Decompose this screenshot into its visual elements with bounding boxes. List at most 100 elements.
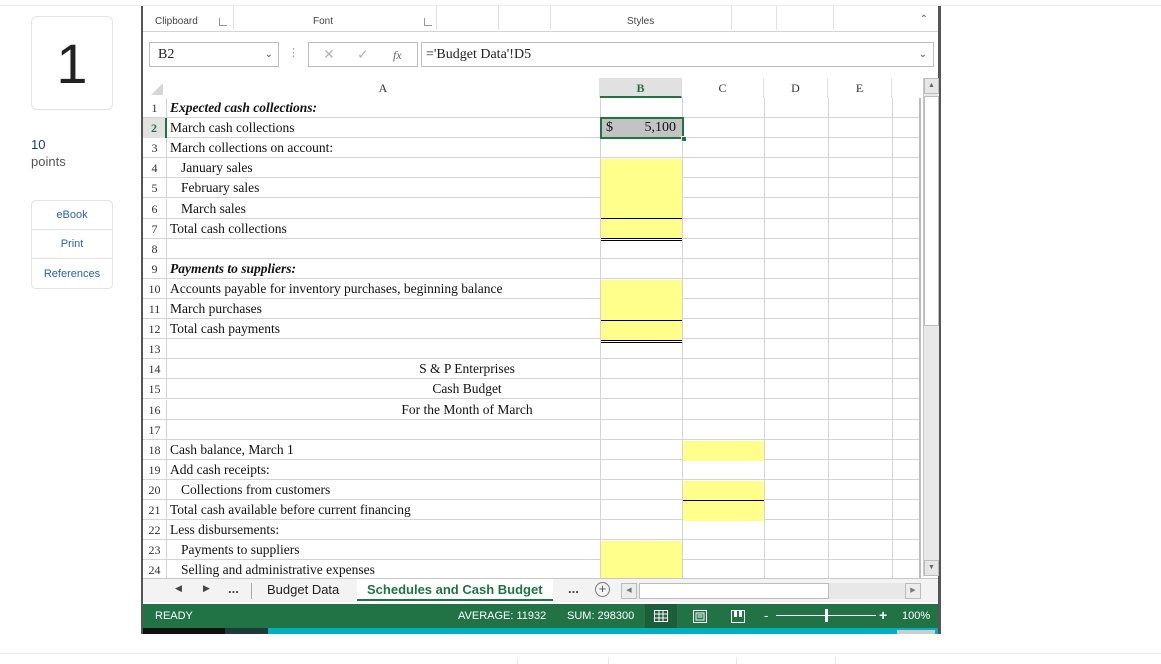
row-header[interactable]: 7 <box>143 218 167 239</box>
input-cells-b4-b7[interactable] <box>601 159 682 239</box>
zoom-out-button[interactable]: - <box>764 608 768 623</box>
column-header-d[interactable]: D <box>764 78 828 98</box>
cell-a[interactable] <box>170 339 598 359</box>
cell-a[interactable]: Total cash payments <box>170 319 598 339</box>
row-header[interactable]: 21 <box>143 500 167 520</box>
row-header[interactable]: 13 <box>143 339 167 360</box>
formula-bar-grip-icon[interactable]: ⋮ <box>288 46 299 59</box>
clipboard-launcher-icon[interactable] <box>219 18 227 26</box>
column-header-c[interactable]: C <box>682 78 764 98</box>
row-header[interactable]: 18 <box>143 439 167 460</box>
vertical-scroll-thumb[interactable] <box>924 96 939 326</box>
cell-a[interactable]: For the Month of March <box>170 400 764 420</box>
name-box[interactable]: B2 ⌄ <box>149 42 279 67</box>
cell-a[interactable]: March purchases <box>170 299 598 319</box>
row-header[interactable]: 24 <box>143 560 167 578</box>
scroll-right-icon[interactable]: ▶ <box>905 583 921 599</box>
tab-budget-data[interactable]: Budget Data <box>257 579 349 601</box>
collapse-ribbon-icon[interactable]: ⌃ <box>920 14 928 25</box>
row-header[interactable]: 22 <box>143 520 167 541</box>
row-header[interactable]: 19 <box>143 459 167 480</box>
cell-a[interactable]: March collections on account: <box>170 138 598 158</box>
vertical-scrollbar[interactable]: ▲ ▼ <box>923 78 939 576</box>
cell-a[interactable]: Cash balance, March 1 <box>170 440 598 460</box>
cell-a[interactable]: Expected cash collections: <box>170 98 598 118</box>
insert-function-icon[interactable]: fx <box>393 48 402 63</box>
page-layout-view-icon[interactable] <box>684 604 716 628</box>
scroll-up-icon[interactable]: ▲ <box>924 78 939 94</box>
cell-a[interactable]: Payments to suppliers: <box>170 259 598 279</box>
row-header[interactable]: 4 <box>143 158 167 179</box>
input-cells-c20-c21[interactable] <box>683 481 764 521</box>
row-header[interactable]: 10 <box>143 278 167 299</box>
row-header[interactable]: 11 <box>143 299 167 319</box>
row-header[interactable]: 16 <box>143 399 167 420</box>
spreadsheet-grid[interactable]: A B C D E 1 Expected cash collections: 2 Ma… <box>143 78 921 578</box>
row-header[interactable]: 17 <box>143 419 167 440</box>
expand-formula-icon[interactable]: ⌄ <box>919 43 927 66</box>
zoom-level[interactable]: 100% <box>902 610 930 622</box>
fill-handle[interactable] <box>681 136 687 142</box>
column-header-e[interactable]: E <box>828 78 892 98</box>
cancel-icon[interactable]: ✕ <box>323 46 335 63</box>
horizontal-scroll-thumb[interactable] <box>639 583 829 599</box>
input-cells-b23-b24[interactable] <box>601 541 682 578</box>
tab-schedules-and-cash-budget[interactable]: Schedules and Cash Budget <box>357 579 553 601</box>
chevron-down-icon[interactable]: ⌄ <box>265 43 273 66</box>
add-sheet-icon[interactable]: + <box>595 582 610 597</box>
normal-view-icon[interactable] <box>645 604 677 628</box>
column-header-f[interactable] <box>892 78 921 98</box>
input-cells-b10-b12[interactable] <box>601 280 682 340</box>
cell-a[interactable]: Add cash receipts: <box>170 460 598 480</box>
cell-a[interactable]: Total cash available before current fina… <box>170 500 598 520</box>
cell-a[interactable]: Collections from customers <box>170 480 598 500</box>
row-header[interactable]: 2 <box>143 118 167 139</box>
cell-a[interactable] <box>170 420 598 440</box>
column-header-a[interactable]: A <box>167 78 600 98</box>
prev-sheet-icon[interactable]: ◀ <box>175 583 182 594</box>
enter-icon[interactable]: ✓ <box>357 46 369 63</box>
cell-a[interactable] <box>170 239 598 259</box>
zoom-in-button[interactable]: + <box>879 607 887 623</box>
cell-a[interactable]: Cash Budget <box>170 379 764 399</box>
cell-a[interactable]: S & P Enterprises <box>170 359 764 379</box>
cell-a[interactable]: Total cash collections <box>170 219 598 239</box>
formula-input[interactable]: ='Budget Data'!D5 ⌄ <box>421 42 934 67</box>
cell-a[interactable]: Selling and administrative expenses <box>170 560 598 578</box>
cell-a[interactable]: Less disbursements: <box>170 520 598 540</box>
cell-a[interactable]: March sales <box>170 199 598 219</box>
row-header[interactable]: 6 <box>143 198 167 219</box>
row-header[interactable]: 14 <box>143 359 167 380</box>
input-cell-c18[interactable] <box>683 441 764 461</box>
row-header[interactable]: 9 <box>143 258 167 279</box>
page-break-preview-icon[interactable] <box>722 604 754 628</box>
horizontal-scrollbar[interactable]: ◀ ▶ <box>621 583 921 599</box>
cell-a[interactable]: Payments to suppliers <box>170 540 598 560</box>
font-launcher-icon[interactable] <box>424 18 432 26</box>
row-header[interactable]: 1 <box>143 98 167 118</box>
active-cell-b2[interactable]: $ 5,100 <box>600 117 687 142</box>
row-header[interactable]: 15 <box>143 379 167 400</box>
select-all-corner[interactable] <box>143 78 167 98</box>
scroll-left-icon[interactable]: ◀ <box>621 583 637 599</box>
column-header-b[interactable]: B <box>600 78 682 98</box>
row-header[interactable]: 5 <box>143 178 167 199</box>
row-header[interactable]: 3 <box>143 138 167 159</box>
next-sheet-icon[interactable]: ▶ <box>203 583 210 594</box>
print-link[interactable]: Print <box>32 230 112 259</box>
zoom-slider-thumb[interactable] <box>824 609 828 622</box>
row-header[interactable]: 12 <box>143 319 167 340</box>
table-row: 24 Selling and administrative expenses <box>143 560 921 578</box>
cell-a[interactable]: Accounts payable for inventory purchases… <box>170 279 598 299</box>
cell-a[interactable]: February sales <box>170 178 598 198</box>
row-header[interactable]: 20 <box>143 479 167 500</box>
row-header[interactable]: 8 <box>143 238 167 259</box>
scroll-down-icon[interactable]: ▼ <box>924 560 939 576</box>
cell-a[interactable]: March cash collections <box>170 118 598 138</box>
ebook-link[interactable]: eBook <box>32 201 112 230</box>
cell-a[interactable]: January sales <box>170 158 598 178</box>
more-sheets-left[interactable]: ... <box>228 581 239 596</box>
more-sheets-right[interactable]: ... <box>568 581 579 596</box>
row-header[interactable]: 23 <box>143 540 167 561</box>
references-link[interactable]: References <box>32 259 112 288</box>
